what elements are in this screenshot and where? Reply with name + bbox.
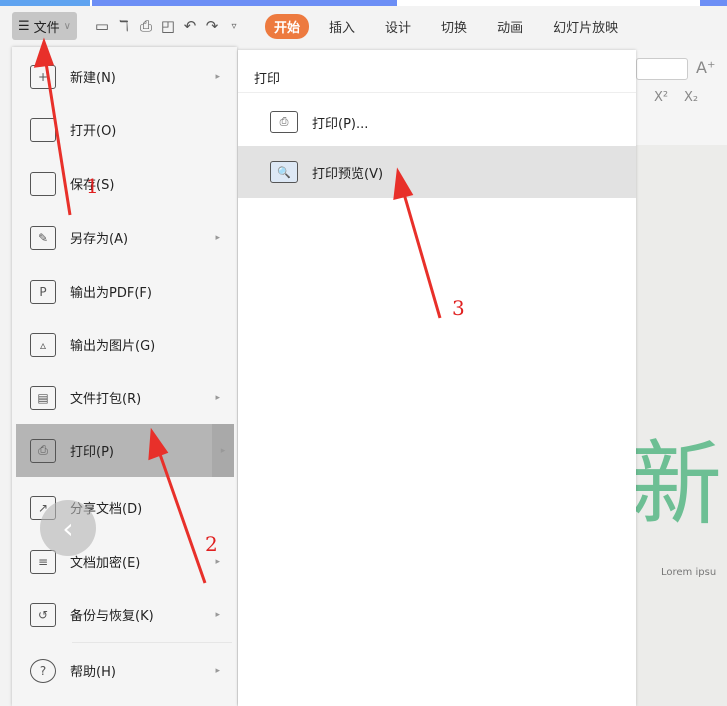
arrow-3	[398, 179, 442, 319]
annotation-label-1: 1	[86, 174, 99, 198]
arrow-2-head	[148, 427, 169, 461]
arrow-2	[153, 439, 207, 584]
arrow-1	[42, 49, 72, 216]
annotation-label-3: 3	[452, 296, 465, 320]
annotation-arrows	[33, 37, 442, 584]
annotation-label-2: 2	[205, 532, 218, 556]
arrow-1-head	[33, 37, 55, 68]
arrow-3-head	[393, 167, 414, 200]
